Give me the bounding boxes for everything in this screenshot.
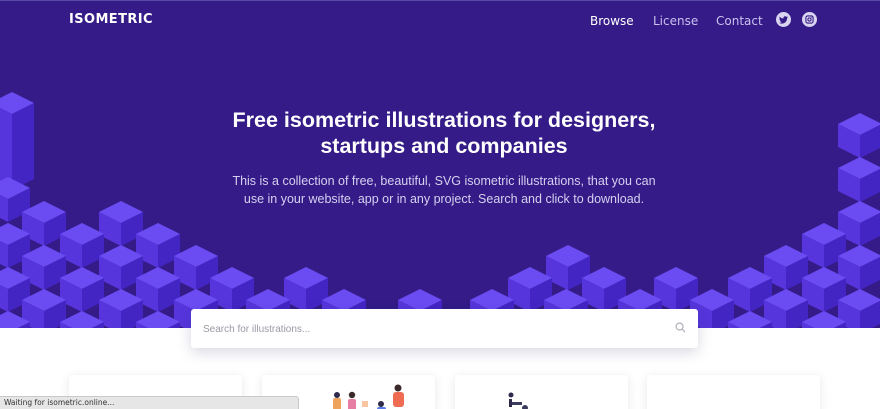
search-icon[interactable]	[675, 322, 686, 333]
navbar: ISOMETRIC Browse License Contact	[0, 0, 880, 40]
nav-link-license[interactable]: License	[653, 14, 698, 28]
instagram-icon[interactable]	[802, 12, 817, 27]
hero-subtitle: This is a collection of free, beautiful,…	[232, 174, 656, 206]
twitter-icon[interactable]	[776, 12, 791, 27]
isometric-cube-pattern	[0, 92, 880, 328]
illustration-thumbnail	[508, 392, 528, 409]
search-box[interactable]	[191, 309, 698, 348]
hero-section: ISOMETRIC Browse License Contact Free is…	[0, 0, 880, 328]
hero-title: Free isometric illustrations for designe…	[232, 108, 656, 158]
nav-link-browse[interactable]: Browse	[590, 14, 634, 28]
search-input[interactable]	[203, 319, 663, 339]
nav-link-contact[interactable]: Contact	[716, 14, 763, 28]
illustration-card[interactable]	[647, 375, 820, 409]
illustration-card[interactable]	[455, 375, 628, 409]
browser-status-bar: Waiting for isometric.online...	[0, 396, 299, 409]
site-logo[interactable]: ISOMETRIC	[69, 12, 153, 27]
